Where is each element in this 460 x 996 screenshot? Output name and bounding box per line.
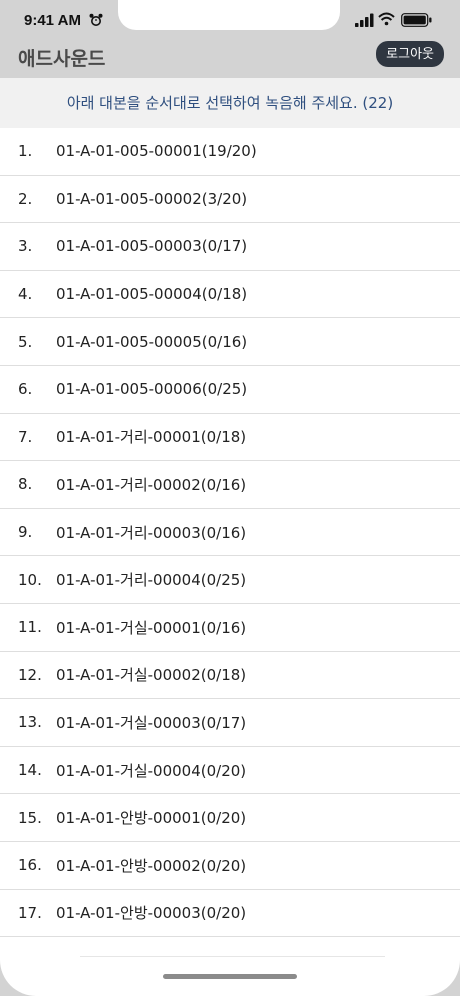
item-label: 01-A-01-거리-00003(0/16)	[56, 523, 247, 542]
item-label: 01-A-01-거실-00001(0/16)	[56, 618, 247, 637]
battery-icon	[401, 13, 432, 27]
status-time: 9:41 AM	[24, 12, 81, 29]
list-item[interactable]: 14. 01-A-01-거실-00004(0/20)	[0, 746, 460, 795]
item-number: 9.	[18, 523, 33, 542]
item-number: 6.	[18, 380, 33, 399]
item-number: 10.	[18, 570, 42, 589]
list-item[interactable]: 7. 01-A-01-거리-00001(0/18)	[0, 413, 460, 462]
list-item[interactable]: 13. 01-A-01-거실-00003(0/17)	[0, 699, 460, 747]
item-label: 01-A-01-거실-00003(0/17)	[56, 713, 247, 732]
item-label: 01-A-01-거리-00001(0/18)	[56, 428, 247, 447]
item-number: 17.	[18, 903, 42, 922]
list-item[interactable]: 6. 01-A-01-005-00006(0/25)	[0, 365, 460, 414]
item-number: 16.	[18, 856, 42, 875]
item-number: 2.	[18, 189, 33, 208]
item-number: 14.	[18, 761, 42, 780]
item-number: 5.	[18, 332, 33, 351]
wifi-icon	[378, 12, 395, 26]
cellular-signal-icon	[355, 13, 374, 27]
list-item[interactable]: 17. 01-A-01-안방-00003(0/20)	[0, 889, 460, 938]
list-item[interactable]: 16. 01-A-01-안방-00002(0/20)	[0, 841, 460, 890]
logout-button[interactable]: 로그아웃	[376, 41, 444, 67]
list-item[interactable]: 5. 01-A-01-005-00005(0/16)	[0, 318, 460, 366]
list-item[interactable]: 1. 01-A-01-005-00001(19/20)	[0, 128, 460, 176]
item-number: 15.	[18, 808, 42, 827]
item-label: 01-A-01-거리-00004(0/25)	[56, 571, 247, 590]
item-label: 01-A-01-005-00002(3/20)	[56, 189, 248, 208]
device-notch	[118, 0, 340, 30]
item-number: 13.	[18, 713, 42, 732]
item-number: 1.	[18, 142, 33, 161]
app-header: 애드사운드 로그아웃	[0, 41, 460, 78]
item-label: 01-A-01-005-00001(19/20)	[56, 142, 257, 161]
list-item[interactable]: 11. 01-A-01-거실-00001(0/16)	[0, 603, 460, 652]
list-item[interactable]: 9. 01-A-01-거리-00003(0/16)	[0, 508, 460, 557]
item-label: 01-A-01-005-00004(0/18)	[56, 285, 248, 304]
item-number: 4.	[18, 285, 33, 304]
instruction-banner: 아래 대본을 순서대로 선택하여 녹음해 주세요. (22)	[0, 78, 460, 128]
app-title: 애드사운드	[18, 48, 106, 70]
item-number: 11.	[18, 618, 42, 637]
list-item[interactable]: 10. 01-A-01-거리-00004(0/25)	[0, 556, 460, 604]
item-number: 7.	[18, 427, 33, 446]
script-list: 1. 01-A-01-005-00001(19/20) 2. 01-A-01-005…	[0, 128, 460, 938]
list-item[interactable]: 8. 01-A-01-거리-00002(0/16)	[0, 461, 460, 509]
list-item[interactable]: 4. 01-A-01-005-00004(0/18)	[0, 270, 460, 319]
item-label: 01-A-01-거실-00004(0/20)	[56, 761, 247, 780]
item-label: 01-A-01-안방-00002(0/20)	[56, 856, 247, 875]
list-item[interactable]: 2. 01-A-01-005-00002(3/20)	[0, 175, 460, 224]
divider	[80, 956, 385, 957]
alarm-clock-icon	[89, 13, 103, 26]
list-item[interactable]: 3. 01-A-01-005-00003(0/17)	[0, 223, 460, 271]
item-label: 01-A-01-안방-00003(0/20)	[56, 904, 247, 923]
item-label: 01-A-01-005-00003(0/17)	[56, 237, 248, 256]
status-bar: 9:41 AM	[0, 0, 460, 42]
item-number: 12.	[18, 665, 42, 684]
list-item[interactable]: 12. 01-A-01-거실-00002(0/18)	[0, 651, 460, 700]
list-item[interactable]: 15. 01-A-01-안방-00001(0/20)	[0, 794, 460, 842]
item-label: 01-A-01-005-00006(0/25)	[56, 380, 248, 399]
item-number: 8.	[18, 475, 33, 494]
device-bottom-frame	[0, 958, 460, 996]
item-label: 01-A-01-안방-00001(0/20)	[56, 809, 247, 828]
item-number: 3.	[18, 237, 33, 256]
item-label: 01-A-01-거리-00002(0/16)	[56, 475, 247, 494]
home-indicator[interactable]	[163, 974, 297, 979]
item-label: 01-A-01-거실-00002(0/18)	[56, 666, 247, 685]
item-label: 01-A-01-005-00005(0/16)	[56, 332, 248, 351]
